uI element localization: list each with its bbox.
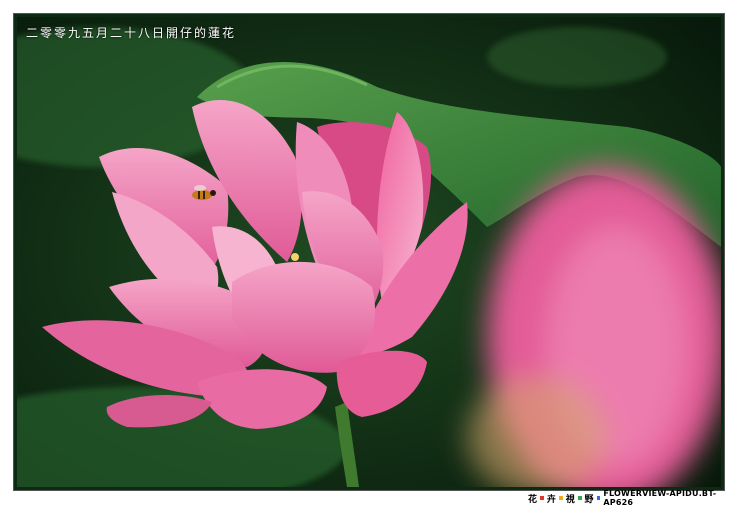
credit-char-3: 視 [565,494,575,505]
bg-leaf [487,27,667,87]
credit-text: FLOWERVIEW-APIDU.BT-AP626 [603,489,717,507]
lotus-photo [17,17,721,487]
photo-frame [13,13,725,491]
photo-caption: 二零零九五月二十八日開仔的蓮花 [26,26,237,40]
credit-dot-blue [596,496,601,500]
credit-char-4: 野 [584,494,594,505]
credit-dot-red [540,496,544,500]
credit-dot-orange [558,496,563,500]
credit-watermark: 花 卉 視 野 FLOWERVIEW-APIDU.BT-AP626 [528,489,740,507]
credit-char-1: 花 [528,494,538,505]
lotus-center [291,253,299,261]
credit-dot-green [577,496,582,500]
credit-char-2: 卉 [546,494,556,505]
